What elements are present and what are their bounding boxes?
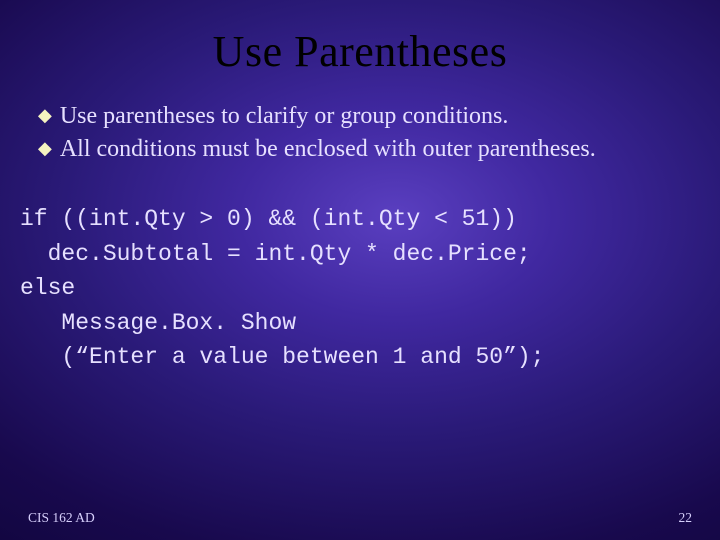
slide: Use Parentheses ◆ Use parentheses to cla… [0,0,720,540]
slide-footer: CIS 162 AD 22 [28,510,692,526]
code-line: (“Enter a value between 1 and 50”); [20,344,545,370]
code-block: if ((int.Qty > 0) && (int.Qty < 51)) dec… [0,166,720,375]
slide-number: 22 [679,510,693,526]
bullet-text: Use parentheses to clarify or group cond… [60,101,682,132]
slide-body: ◆ Use parentheses to clarify or group co… [0,77,720,164]
bullet-item: ◆ Use parentheses to clarify or group co… [38,101,682,132]
code-line: Message.Box. Show [20,310,296,336]
diamond-bullet-icon: ◆ [38,134,52,163]
slide-title: Use Parentheses [0,0,720,77]
bullet-item: ◆ All conditions must be enclosed with o… [38,134,682,165]
bullet-text: All conditions must be enclosed with out… [60,134,682,165]
code-line: if ((int.Qty > 0) && (int.Qty < 51)) [20,206,517,232]
diamond-bullet-icon: ◆ [38,101,52,130]
code-line: dec.Subtotal = int.Qty * dec.Price; [20,241,531,267]
footer-left: CIS 162 AD [28,510,95,526]
code-line: else [20,275,75,301]
